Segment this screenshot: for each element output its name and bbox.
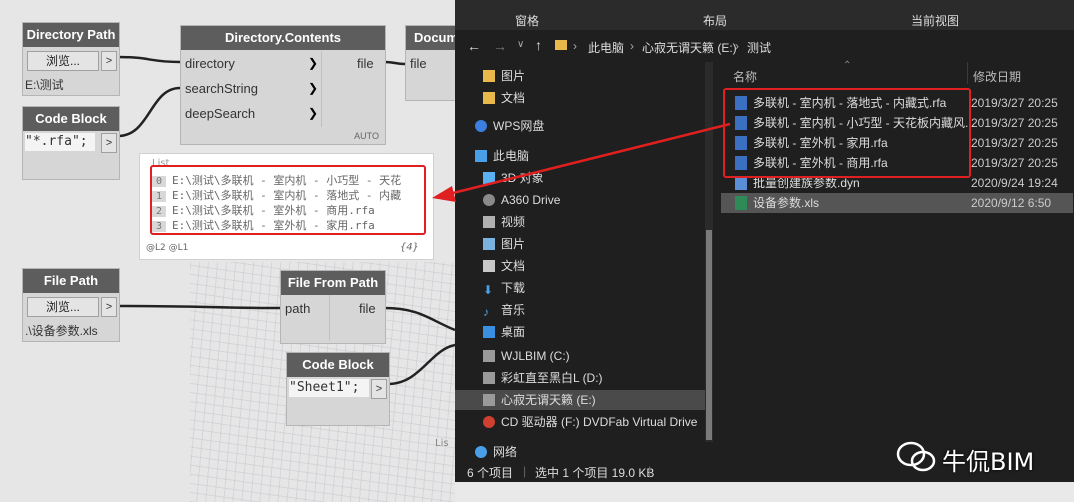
watermark-text: 牛侃BIM [942,448,1035,476]
annotation-arrow [432,122,731,202]
wechat-icon [896,440,936,474]
